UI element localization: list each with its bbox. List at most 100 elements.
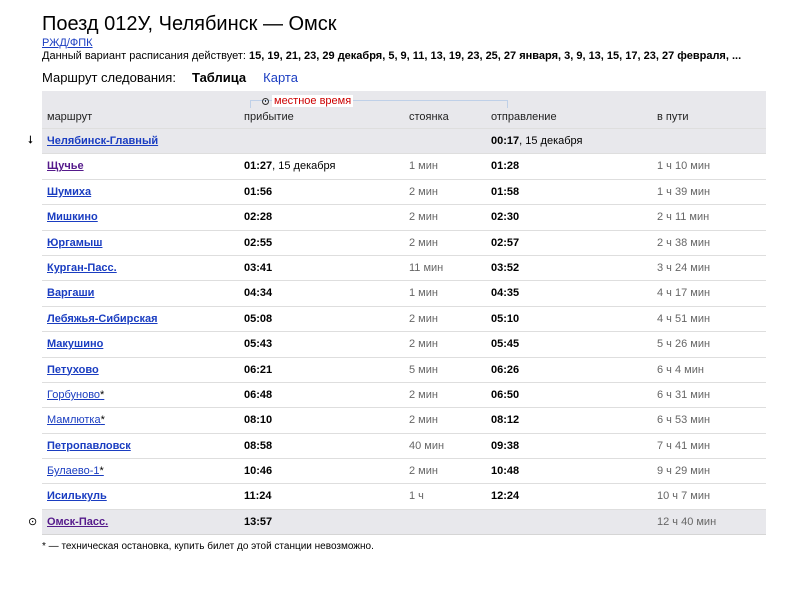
travel-time: 2 ч 11 мин [657,211,710,224]
tech-stop-star: * [100,414,105,427]
stop-duration: 2 мин [409,211,438,224]
view-map-tab[interactable]: Карта [263,70,298,85]
departure-cell: 05:45 [491,338,519,350]
schedule-dates: 15, 19, 21, 23, 29 декабря, 5, 9, 11, 13… [249,50,742,62]
local-time-text: местное время [272,95,354,107]
table-header: маршрут прибытие стоянка отправление в п… [42,91,766,128]
station-link[interactable]: Петропавловск [47,440,131,452]
departure-cell: 06:26 [491,364,519,376]
departure-time: 02:30 [491,211,520,224]
station-name: Петропавловск [47,439,131,452]
arrival-time: 06:48 [244,388,273,401]
station-link[interactable]: Исилькуль [47,490,107,502]
arrival-cell: 13:57 [244,516,272,528]
schedule-info: Данный вариант расписания действует: 15,… [42,50,741,62]
station-link[interactable]: Булаево-1* [47,465,104,477]
station-link[interactable]: Макушино [47,338,103,350]
station-link[interactable]: Мишкино [47,211,98,223]
arrival-time: 02:28 [244,211,273,224]
station-link[interactable]: Петухово [47,364,99,376]
station-name: Щучье [47,160,84,173]
arrival-time: 08:10 [244,414,273,427]
arrival-cell: 03:41 [244,262,272,274]
departure-time: 06:26 [491,363,520,376]
station-link[interactable]: Омск-Пасс. [47,516,108,528]
stop-duration: 1 мин [409,160,438,173]
arrival-time: 08:58 [244,439,273,452]
header-departure: отправление [491,111,557,123]
travel-time: 6 ч 31 мин [657,388,711,401]
station-link[interactable]: Челябинск-Главный [47,135,158,147]
travel-time: 7 ч 41 мин [657,439,711,452]
arrival-cell: 05:08 [244,313,272,325]
stop-duration: 40 мин [409,439,445,452]
header-stop: стоянка [409,111,449,123]
departure-cell: 02:57 [491,237,519,249]
tech-stop-star: * [100,388,105,401]
schedule-table: маршрут прибытие стоянка отправление в п… [42,91,766,536]
station-link[interactable]: Щучье [47,160,84,172]
header-travel: в пути [657,111,689,123]
footnote: * — техническая остановка, купить билет … [42,541,374,552]
stop-duration: 2 мин [409,465,438,478]
travel-time: 12 ч 40 мин [657,515,717,528]
table-row: Мамлютка* 08:10 2 мин 08:12 6 ч 53 мин [42,407,766,432]
arrival-cell: 05:43 [244,338,272,350]
table-row: Юргамыш 02:55 2 мин 02:57 2 ч 38 мин [42,229,766,255]
departure-cell: 09:38 [491,440,519,452]
table-body: Челябинск-Главный 00:17, 15 декабря Щучье 0… [42,128,766,535]
page-title: Поезд 012У, Челябинск — Омск [42,13,337,35]
travel-time: 1 ч 39 мин [657,185,711,198]
departure-time: 00:17 [491,135,520,147]
station-link[interactable]: Шумиха [47,186,91,198]
station-name: Лебяжья-Сибирская [47,312,158,325]
arrival-cell: 06:21 [244,364,272,376]
departure-cell: 08:12 [491,414,519,426]
station-name: Горбуново [47,388,101,401]
station-link[interactable]: Курган-Пасс. [47,262,117,274]
station-name: Юргамыш [47,236,103,249]
station-link[interactable]: Мамлютка* [47,414,105,426]
table-row: Петропавловск 08:58 40 мин 09:38 7 ч 41 мин [42,432,766,458]
table-row: Мишкино 02:28 2 мин 02:30 2 ч 11 мин [42,204,766,229]
travel-time: 5 ч 26 мин [657,338,711,351]
stop-duration: 2 мин [409,312,438,325]
travel-time: 10 ч 7 мин [657,490,711,503]
departure-time: 12:24 [491,490,520,503]
arrival-time: 05:08 [244,312,273,325]
arrival-cell: 06:48 [244,389,272,401]
tech-stop-star: * [99,465,104,478]
departure-time: 08:12 [491,414,520,427]
arrival-cell: 08:58 [244,440,272,452]
travel-time: 4 ч 51 мин [657,312,711,325]
arrival-cell: 01:56 [244,186,272,198]
departure-cell: 00:17, 15 декабря [491,135,583,147]
station-link[interactable]: Горбуново* [47,389,104,401]
travel-time: 6 ч 53 мин [657,414,711,427]
table-row: Щучье 01:27, 15 декабря 1 мин 01:28 1 ч 10 м… [42,153,766,178]
carrier-link[interactable]: РЖД/ФПК [42,37,93,49]
view-table-tab[interactable]: Таблица [192,70,246,85]
arrival-time: 10:46 [244,465,273,478]
stop-duration: 2 мин [409,338,438,351]
arrival-cell: 11:24 [244,490,272,502]
table-row: Горбуново* 06:48 2 мин 06:50 6 ч 31 мин [42,381,766,407]
table-row: Варгаши 04:34 1 мин 04:35 4 ч 17 мин [42,280,766,305]
departure-date: , 15 декабря [519,135,583,147]
arrival-time: 03:41 [244,261,273,274]
station-name: Исилькуль [47,490,107,503]
station-link[interactable]: Лебяжья-Сибирская [47,313,158,325]
station-name: Курган-Пасс. [47,261,117,274]
arrival-cell: 02:28 [244,211,272,223]
departure-time: 05:45 [491,338,520,351]
station-name: Булаево-1 [47,465,100,478]
departure-time: 03:52 [491,261,520,274]
table-row: Курган-Пасс. 03:41 11 мин 03:52 3 ч 24 мин [42,254,766,280]
station-link[interactable]: Юргамыш [47,237,102,249]
departure-time: 02:57 [491,236,520,249]
station-link[interactable]: Варгаши [47,287,94,299]
stop-duration: 2 мин [409,388,438,401]
departure-time: 01:28 [491,160,520,173]
stop-duration: 1 ч [409,490,424,503]
departure-cell: 12:24 [491,490,519,502]
